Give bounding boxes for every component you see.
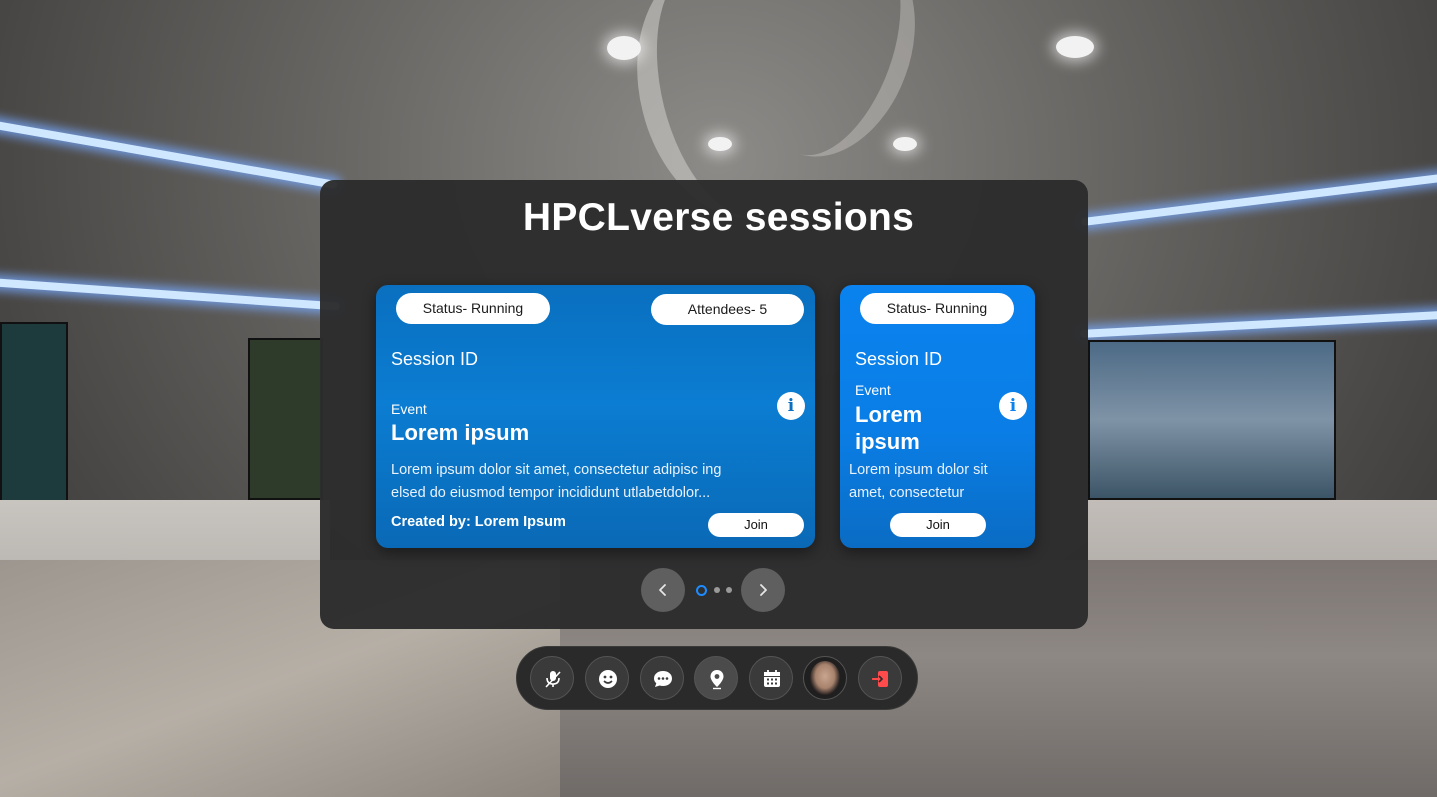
calendar-button[interactable]	[749, 656, 793, 700]
info-icon[interactable]: i	[999, 392, 1027, 420]
chevron-left-icon	[659, 584, 666, 596]
created-by: Created by: Lorem Ipsum	[391, 514, 566, 530]
next-button[interactable]	[741, 568, 785, 612]
mic-off-icon	[545, 671, 561, 688]
session-id-label: Session ID	[855, 349, 943, 369]
chat-button[interactable]	[640, 656, 684, 700]
session-id-label: Session ID	[391, 349, 479, 369]
location-pin-icon	[710, 670, 724, 690]
ceiling-light	[607, 36, 641, 60]
location-button[interactable]	[694, 656, 738, 700]
exit-button[interactable]	[858, 656, 902, 700]
ceiling-light	[893, 137, 917, 151]
event-name: Lorem ipsum	[391, 420, 530, 445]
status-badge: Status- Running	[396, 293, 550, 324]
calendar-icon	[764, 670, 780, 687]
avatar-button[interactable]	[803, 656, 847, 700]
event-label: Event	[855, 382, 891, 398]
attendees-badge: Attendees- 5	[651, 294, 804, 325]
join-button[interactable]: Join	[890, 513, 986, 537]
ceiling-light	[708, 137, 732, 151]
info-icon[interactable]: i	[777, 392, 805, 420]
chevron-right-icon	[760, 584, 767, 596]
session-description: elsed do eiusmod tempor incididunt utlab…	[391, 485, 711, 501]
session-card[interactable]: Status- Running Session ID Event Lorem i…	[840, 285, 1035, 548]
page-title: HPCLverse sessions	[522, 196, 915, 239]
page-dot[interactable]	[714, 587, 720, 593]
chat-icon	[654, 671, 672, 687]
session-card[interactable]: Status- Running Attendees- 5 Session ID …	[376, 285, 815, 548]
emoji-button[interactable]	[585, 656, 629, 700]
exit-icon	[872, 671, 888, 687]
neon-strip	[0, 277, 340, 311]
avatar	[810, 661, 840, 695]
emoji-icon	[599, 670, 617, 688]
neon-strip	[1080, 310, 1437, 338]
prev-button[interactable]	[641, 568, 685, 612]
neon-strip	[0, 118, 338, 190]
event-name: Lorem	[855, 402, 923, 427]
event-label: Event	[391, 401, 427, 417]
page-dot-active[interactable]	[696, 585, 707, 596]
session-description: Lorem ipsum dolor sit	[849, 462, 988, 478]
join-button[interactable]: Join	[708, 513, 804, 537]
session-description: amet, consectetur	[849, 485, 965, 501]
mic-button[interactable]	[530, 656, 574, 700]
page-dot[interactable]	[726, 587, 732, 593]
session-description: Lorem ipsum dolor sit amet, consectetur …	[391, 462, 722, 478]
wall-screen	[248, 338, 323, 500]
ceiling-light	[1056, 36, 1094, 58]
wall-screen	[1088, 340, 1336, 500]
event-name: ipsum	[855, 429, 920, 454]
status-badge: Status- Running	[860, 293, 1014, 324]
